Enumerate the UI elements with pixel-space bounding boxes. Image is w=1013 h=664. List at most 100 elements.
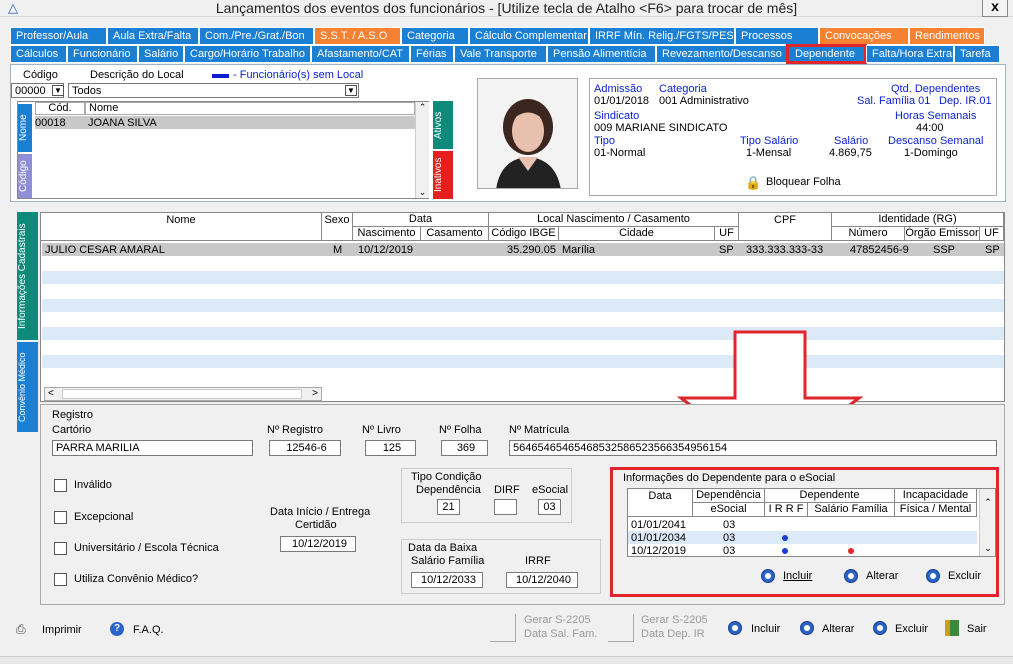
list-scrollbar[interactable]: ⌃ ⌄: [415, 102, 429, 198]
scroll-thumb[interactable]: [62, 389, 302, 399]
help-icon[interactable]: ?: [110, 622, 124, 636]
baixa-irrf-input[interactable]: 10/12/2040: [506, 572, 578, 588]
chevron-right-icon[interactable]: >: [312, 388, 318, 399]
faq-button[interactable]: F.A.Q.: [133, 624, 164, 636]
es-incluir-button[interactable]: Incluir: [783, 570, 812, 582]
universitario-checkbox[interactable]: [54, 542, 67, 555]
vtab-ativos[interactable]: Ativos: [433, 101, 453, 149]
nlivro-input[interactable]: 125: [365, 440, 416, 456]
tab-tarefa[interactable]: Tarefa: [954, 45, 1000, 63]
irrf-radio-icon[interactable]: [782, 535, 788, 541]
tab-vale-transporte[interactable]: Vale Transporte: [454, 45, 547, 63]
es-alterar-button[interactable]: Alterar: [866, 570, 898, 582]
exit-door-icon[interactable]: [945, 620, 959, 636]
status-bar: [0, 656, 1013, 664]
tab-falta-hora-extra[interactable]: Falta/Hora Extra: [866, 45, 954, 63]
chevron-left-icon[interactable]: <: [48, 388, 54, 399]
edit-circle-icon[interactable]: [844, 569, 858, 583]
chevron-up-icon[interactable]: ⌃: [416, 102, 429, 113]
esocial-input[interactable]: 03: [538, 499, 561, 515]
nregistro-input[interactable]: 12546-6: [269, 440, 341, 456]
tab-professor-aula[interactable]: Professor/Aula: [10, 27, 107, 45]
tab-rendimentos[interactable]: Rendimentos: [909, 27, 985, 45]
plus-circle-icon[interactable]: [761, 569, 775, 583]
baixa-salfam-input[interactable]: 10/12/2033: [411, 572, 483, 588]
es-cell-data: 10/12/2019: [631, 545, 687, 557]
bloquear-folha-button[interactable]: Bloquear Folha: [766, 176, 841, 188]
data-certidao-input[interactable]: 10/12/2019: [280, 536, 356, 552]
tab-row-1: Professor/Aula Aula Extra/Falta Com./Pre…: [10, 27, 985, 45]
nfolha-label: Nº Folha: [439, 424, 482, 436]
table-row[interactable]: 01/01/2041 03: [628, 518, 977, 531]
list-item[interactable]: 00018 JOANA SILVA: [35, 116, 415, 129]
nmatricula-input[interactable]: 56465465465468532586523566354956154: [509, 440, 997, 456]
tab-cargo-horario[interactable]: Cargo/Horário Trabalho: [184, 45, 311, 63]
chevron-down-icon[interactable]: ▼: [52, 85, 64, 96]
tab-ferias[interactable]: Férias: [410, 45, 454, 63]
tab-salario[interactable]: Salário: [138, 45, 184, 63]
minus-circle-icon[interactable]: [873, 621, 887, 635]
cell-nascimento: 10/12/2019: [358, 244, 414, 256]
sair-button[interactable]: Sair: [967, 623, 987, 635]
tab-dependente[interactable]: Dependente: [786, 44, 867, 64]
tipo-condicao-input[interactable]: 21: [437, 499, 460, 515]
tab-revezamento[interactable]: Revezamento/Descanso: [656, 45, 787, 63]
tab-convocacoes[interactable]: Convocações: [819, 27, 909, 45]
esocial-scrollbar[interactable]: ⌃ ⌄: [979, 489, 995, 556]
descanso-value: 1-Domingo: [904, 147, 958, 159]
vtab-convenio-medico[interactable]: Convênio Médico: [17, 342, 38, 432]
horizontal-scrollbar[interactable]: < >: [44, 387, 322, 401]
gerar-s2205-depir-sublabel: Data Dep. IR: [641, 628, 705, 640]
gerar-s2205-salfam-button[interactable]: Gerar S-2205: [524, 614, 591, 626]
tab-categoria[interactable]: Categoria: [401, 27, 469, 45]
col-cod-header: Cód.: [35, 102, 85, 115]
convenio-checkbox[interactable]: [54, 573, 67, 586]
salfam-radio-icon[interactable]: [848, 548, 854, 554]
cartorio-input[interactable]: PARRA MARILIA: [52, 440, 253, 456]
es-col-esocial: eSocial: [693, 503, 765, 517]
printer-icon[interactable]: ⎙: [16, 622, 26, 637]
table-row[interactable]: JULIO CESAR AMARAL M 10/12/2019 35.290.0…: [42, 243, 1004, 256]
certidao-label-2: Certidão: [295, 519, 337, 531]
imprimir-button[interactable]: Imprimir: [42, 624, 82, 636]
minus-circle-icon[interactable]: [926, 569, 940, 583]
nregistro-label: Nº Registro: [267, 424, 323, 436]
tab-aula-extra[interactable]: Aula Extra/Falta: [107, 27, 199, 45]
tab-com-pre-grat[interactable]: Com./Pre./Grat./Bon: [199, 27, 314, 45]
chevron-down-icon[interactable]: ⌄: [416, 187, 429, 198]
vtab-nome[interactable]: Nome: [18, 104, 32, 152]
tab-processos[interactable]: Processos: [735, 27, 819, 45]
excluir-button[interactable]: Excluir: [895, 623, 928, 635]
gerar-s2205-depir-button[interactable]: Gerar S-2205: [641, 614, 708, 626]
vtab-informacoes-cadastrais[interactable]: Informações Cadastrais: [17, 212, 38, 340]
admissao-value: 01/01/2018: [594, 95, 650, 107]
table-row[interactable]: 01/01/2034 03: [628, 531, 977, 544]
irrf-radio-icon[interactable]: [782, 548, 788, 554]
salario-value: 4.869,75: [829, 147, 872, 159]
chevron-up-icon[interactable]: ⌃: [980, 497, 995, 508]
close-button[interactable]: x: [982, 0, 1008, 17]
descricao-local-select[interactable]: Todos: [68, 83, 359, 98]
tab-sst-aso[interactable]: S.S.T. / A.S.O: [314, 27, 401, 45]
tab-calculos[interactable]: Cálculos: [10, 45, 67, 63]
vtab-codigo[interactable]: Código: [18, 154, 32, 198]
chevron-down-icon[interactable]: ⌄: [980, 543, 995, 554]
invalido-checkbox[interactable]: [54, 479, 67, 492]
sindicato-value: 009 MARIANE SINDICATO: [594, 122, 728, 134]
excepcional-checkbox[interactable]: [54, 511, 67, 524]
es-excluir-button[interactable]: Excluir: [948, 570, 981, 582]
table-row[interactable]: 10/12/2019 03: [628, 544, 977, 557]
incluir-button[interactable]: Incluir: [751, 623, 780, 635]
edit-circle-icon[interactable]: [800, 621, 814, 635]
tab-calculo-complementar[interactable]: Cálculo Complementar: [469, 27, 589, 45]
plus-circle-icon[interactable]: [728, 621, 742, 635]
dirf-input[interactable]: [494, 499, 517, 515]
alterar-button[interactable]: Alterar: [822, 623, 854, 635]
tab-irrf-min[interactable]: IRRF Mín. Relig./FGTS/PESP: [589, 27, 741, 45]
tab-afastamento[interactable]: Afastamento/CAT: [311, 45, 410, 63]
vtab-inativos[interactable]: Inativos: [433, 151, 453, 199]
chevron-down-icon[interactable]: ▼: [345, 85, 357, 96]
nfolha-input[interactable]: 369: [441, 440, 488, 456]
tab-pensao[interactable]: Pensão Alimentícia: [547, 45, 656, 63]
tab-funcionario[interactable]: Funcionário: [67, 45, 138, 63]
